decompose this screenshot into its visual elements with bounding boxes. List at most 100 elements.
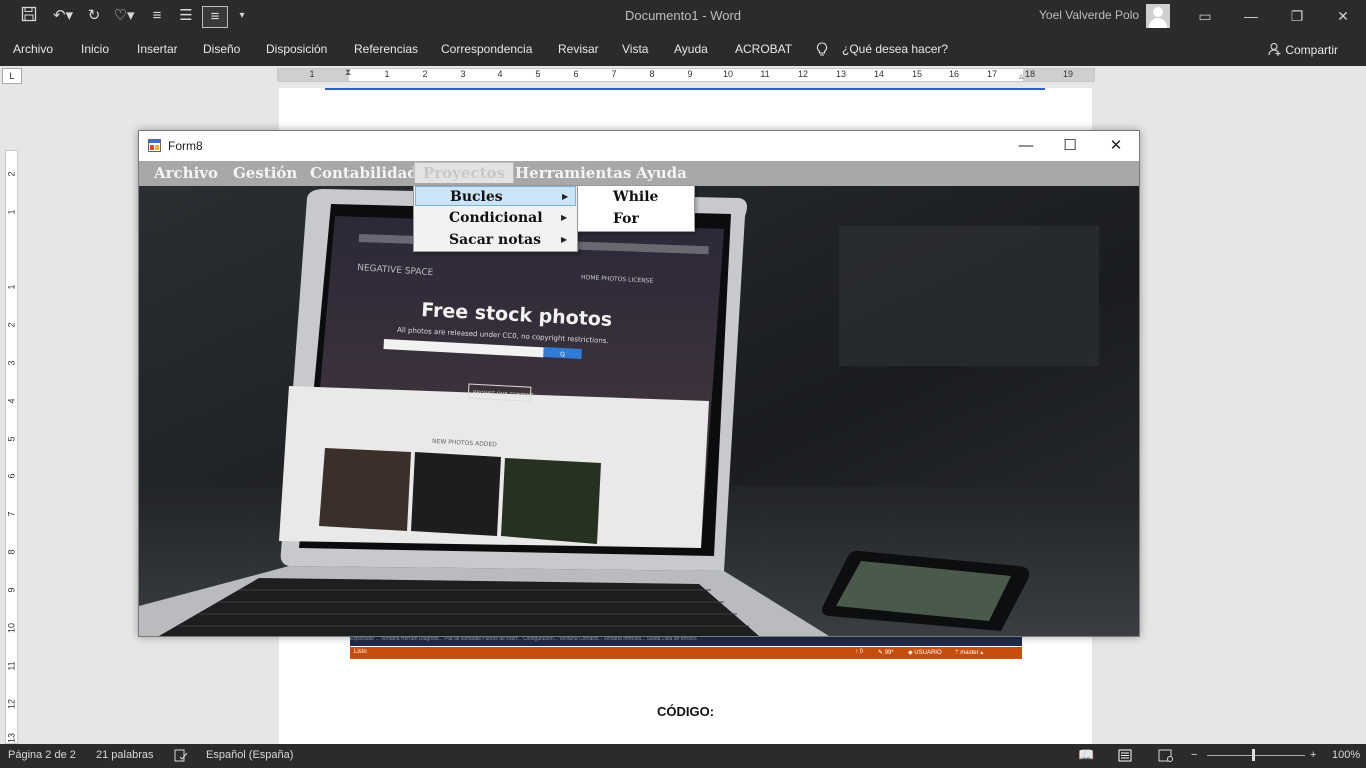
print-layout-icon[interactable] xyxy=(1118,749,1132,765)
tab-disposicion[interactable]: Disposición xyxy=(266,42,327,56)
ruler-label: 3 xyxy=(6,360,17,366)
ruler-label: 13 xyxy=(6,733,17,744)
zoom-level[interactable]: 100% xyxy=(1332,749,1360,761)
ruler-label: 19 xyxy=(1062,69,1074,79)
word-count[interactable]: 21 palabras xyxy=(96,749,154,761)
menu-item-label: Condicional xyxy=(449,210,543,226)
user-name[interactable]: Yoel Valverde Polo xyxy=(1039,8,1139,22)
submenu-arrow-icon: ▶ xyxy=(561,213,568,222)
ruler-label: 14 xyxy=(873,69,885,79)
restore-icon[interactable]: ❐ xyxy=(1282,6,1312,26)
word-title-bar: ↶▾ ↻ ♡▾ ≡ ☰ ≡ ▾ Documento1 - Word Yoel V… xyxy=(0,0,1366,32)
menu-ayuda[interactable]: Ayuda xyxy=(636,164,687,182)
close-icon[interactable]: ✕ xyxy=(1328,6,1358,26)
tell-me-search[interactable]: ¿Qué desea hacer? xyxy=(842,42,948,56)
tab-insertar[interactable]: Insertar xyxy=(137,42,178,56)
menu-archivo[interactable]: Archivo xyxy=(154,164,218,182)
ruler-label: 4 xyxy=(6,398,17,404)
tab-vista[interactable]: Vista xyxy=(622,42,648,56)
menu-item-label: Sacar notas xyxy=(449,232,541,248)
submenu-arrow-icon: ▶ xyxy=(561,235,568,244)
indent-marker-icon[interactable]: ⧗ xyxy=(345,67,351,78)
embedded-status-item: ↑ 0 xyxy=(855,649,864,655)
screen-search-button: Q xyxy=(560,351,565,358)
menu-item-label: For xyxy=(613,211,639,227)
ruler-label: 1 xyxy=(384,69,390,79)
ruler-label: 12 xyxy=(6,699,17,710)
ruler-label: 2 xyxy=(6,322,17,328)
right-indent-marker-icon[interactable]: ▵ xyxy=(1019,71,1024,82)
embedded-status-ready: Listo xyxy=(354,649,367,655)
proofing-icon[interactable] xyxy=(174,749,188,765)
zoom-slider[interactable] xyxy=(1207,755,1305,756)
tab-inicio[interactable]: Inicio xyxy=(81,42,109,56)
read-mode-icon[interactable]: 📖 xyxy=(1078,747,1094,763)
ruler-label: 5 xyxy=(6,436,17,442)
tab-correspondencia[interactable]: Correspondencia xyxy=(441,42,532,56)
menu-proyectos[interactable]: Proyectos xyxy=(414,162,514,183)
tab-diseno[interactable]: Diseño xyxy=(203,42,240,56)
menu-item-label: Bucles xyxy=(450,189,503,205)
page-count[interactable]: Página 2 de 2 xyxy=(8,749,76,761)
embedded-status-item: ✎ 99* xyxy=(878,650,894,656)
form-title: Form8 xyxy=(168,139,203,153)
embedded-status-item: ᛘ master ▴ xyxy=(955,650,984,656)
ruler-label: 2 xyxy=(422,69,428,79)
tab-ayuda[interactable]: Ayuda xyxy=(674,42,708,56)
menu-gestion[interactable]: Gestión xyxy=(233,164,297,182)
tab-acrobat[interactable]: ACROBAT xyxy=(735,42,792,56)
zoom-in-button[interactable]: + xyxy=(1310,749,1316,761)
tab-archivo[interactable]: Archivo xyxy=(13,42,53,56)
ruler-label: 1 xyxy=(309,69,315,79)
ruler-label: 11 xyxy=(6,661,17,671)
menu-item-while[interactable]: While xyxy=(579,187,693,207)
ribbon-tabs: Archivo Inicio Insertar Diseño Disposici… xyxy=(0,32,1366,66)
app-icon xyxy=(148,139,161,152)
form-close-icon[interactable]: ✕ xyxy=(1096,135,1136,157)
ruler-label: 3 xyxy=(460,69,466,79)
ruler-label: 6 xyxy=(573,69,579,79)
menu-item-bucles[interactable]: Bucles ▶ xyxy=(415,186,576,206)
vertical-ruler[interactable]: 2 1 1 2 3 4 5 6 7 8 9 10 11 12 13 xyxy=(5,150,18,744)
share-button[interactable]: Compartir xyxy=(1268,42,1338,57)
form-title-bar[interactable]: Form8 — ☐ ✕ xyxy=(139,131,1139,161)
share-label: Compartir xyxy=(1285,43,1339,57)
tab-revisar[interactable]: Revisar xyxy=(558,42,599,56)
tab-selector[interactable]: L xyxy=(2,68,22,84)
ruler-label: 17 xyxy=(986,69,998,79)
zoom-slider-thumb[interactable] xyxy=(1252,749,1255,761)
web-layout-icon[interactable] xyxy=(1158,749,1173,765)
menu-item-for[interactable]: For xyxy=(579,209,693,229)
menu-contabilidad[interactable]: Contabilidad xyxy=(310,164,418,182)
language[interactable]: Español (España) xyxy=(206,749,293,761)
menu-herramientas[interactable]: Herramientas xyxy=(515,164,631,182)
form-minimize-icon[interactable]: — xyxy=(1006,135,1046,157)
zoom-out-button[interactable]: − xyxy=(1191,749,1197,761)
ruler-label: 6 xyxy=(6,473,17,479)
ruler-label: 4 xyxy=(497,69,503,79)
lightbulb-icon xyxy=(816,42,828,60)
tab-referencias[interactable]: Referencias xyxy=(354,42,418,56)
menu-item-sacar-notas[interactable]: Sacar notas ▶ xyxy=(415,230,576,250)
ruler-label: 12 xyxy=(797,69,809,79)
proyectos-dropdown: Bucles ▶ Condicional ▶ Sacar notas ▶ xyxy=(413,185,578,252)
ruler-label: 10 xyxy=(6,623,17,634)
document-heading: CÓDIGO: xyxy=(656,704,715,719)
menu-item-condicional[interactable]: Condicional ▶ xyxy=(415,208,576,228)
minimize-icon[interactable]: — xyxy=(1236,6,1266,26)
person-add-icon xyxy=(1268,43,1285,57)
ruler-label: 7 xyxy=(611,69,617,79)
ruler-label: 5 xyxy=(535,69,541,79)
ribbon-display-options-icon[interactable]: ▭ xyxy=(1190,6,1220,26)
form-menu-bar: Archivo Gestión Contabilidad Proyectos H… xyxy=(139,161,1139,186)
horizontal-ruler[interactable]: 1 1 2 3 4 5 6 7 8 9 10 11 12 13 14 15 16… xyxy=(277,67,1095,82)
ruler-label: 1 xyxy=(6,209,17,215)
avatar[interactable] xyxy=(1146,4,1170,28)
ruler-label: 18 xyxy=(1024,69,1036,79)
ruler-label: 8 xyxy=(6,549,17,555)
form-maximize-icon[interactable]: ☐ xyxy=(1050,135,1090,157)
ruler-label: 9 xyxy=(6,587,17,593)
embedded-image-edge xyxy=(325,88,1045,90)
word-status-bar: Página 2 de 2 21 palabras Español (Españ… xyxy=(0,744,1366,768)
ruler-label: 16 xyxy=(948,69,960,79)
